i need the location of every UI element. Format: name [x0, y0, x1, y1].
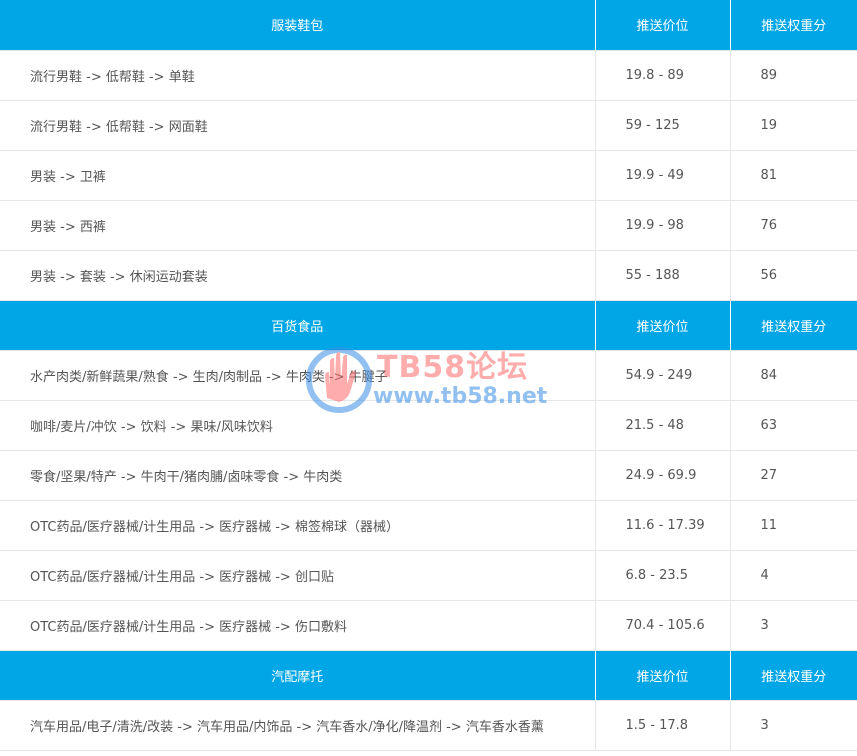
category-path: 男装 -> 套装 -> 休闲运动套装 — [0, 249, 596, 301]
weight-score: 3 — [729, 599, 857, 651]
table-row: OTC药品/医疗器械/计生用品 -> 医疗器械 -> 棉签棉球（器械） 11.6… — [0, 499, 857, 551]
weight-score: 84 — [729, 349, 857, 401]
table-row: 汽车用品/电子/清洗/改装 -> 汽车用品/内饰品 -> 汽车香水/净化/降温剂… — [0, 699, 857, 751]
category-header: 汽配摩托 — [0, 650, 596, 700]
category-path: 汽车用品/电子/清洗/改装 -> 汽车用品/内饰品 -> 汽车香水/净化/降温剂… — [0, 699, 596, 751]
weight-score: 76 — [729, 199, 857, 251]
price-range: 11.6 - 17.39 — [594, 499, 731, 551]
category-path: OTC药品/医疗器械/计生用品 -> 医疗器械 -> 棉签棉球（器械） — [0, 499, 596, 551]
category-path: 流行男鞋 -> 低帮鞋 -> 单鞋 — [0, 49, 596, 101]
category-path: 男装 -> 西裤 — [0, 199, 596, 251]
price-range: 19.9 - 49 — [594, 149, 731, 201]
section-header: 汽配摩托 推送价位 推送权重分 — [0, 650, 857, 700]
category-path: 咖啡/麦片/冲饮 -> 饮料 -> 果味/风味饮料 — [0, 399, 596, 451]
table-row: 水产肉类/新鲜蔬果/熟食 -> 生肉/肉制品 -> 牛肉类 -> 牛腱子 54.… — [0, 349, 857, 401]
weight-score: 4 — [729, 549, 857, 601]
table-row: 流行男鞋 -> 低帮鞋 -> 网面鞋 59 - 125 19 — [0, 99, 857, 151]
category-path: OTC药品/医疗器械/计生用品 -> 医疗器械 -> 创口贴 — [0, 549, 596, 601]
price-header: 推送价位 — [594, 0, 731, 50]
category-path: 男装 -> 卫裤 — [0, 149, 596, 201]
price-header: 推送价位 — [594, 300, 731, 350]
price-range: 24.9 - 69.9 — [594, 449, 731, 501]
weight-score: 89 — [729, 49, 857, 101]
price-range: 59 - 125 — [594, 99, 731, 151]
table-row: OTC药品/医疗器械/计生用品 -> 医疗器械 -> 创口贴 6.8 - 23.… — [0, 549, 857, 601]
category-path: OTC药品/医疗器械/计生用品 -> 医疗器械 -> 伤口敷料 — [0, 599, 596, 651]
price-range: 6.8 - 23.5 — [594, 549, 731, 601]
table-row: 咖啡/麦片/冲饮 -> 饮料 -> 果味/风味饮料 21.5 - 48 63 — [0, 399, 857, 451]
table-row: OTC药品/医疗器械/计生用品 -> 医疗器械 -> 伤口敷料 70.4 - 1… — [0, 599, 857, 651]
category-price-table: 服装鞋包 推送价位 推送权重分 流行男鞋 -> 低帮鞋 -> 单鞋 19.8 -… — [0, 0, 857, 751]
category-path: 零食/坚果/特产 -> 牛肉干/猪肉脯/卤味零食 -> 牛肉类 — [0, 449, 596, 501]
category-header: 服装鞋包 — [0, 0, 596, 50]
section-header: 服装鞋包 推送价位 推送权重分 — [0, 0, 857, 50]
price-range: 70.4 - 105.6 — [594, 599, 731, 651]
weight-score: 27 — [729, 449, 857, 501]
category-path: 流行男鞋 -> 低帮鞋 -> 网面鞋 — [0, 99, 596, 151]
price-range: 21.5 - 48 — [594, 399, 731, 451]
weight-score: 11 — [729, 499, 857, 551]
table-row: 零食/坚果/特产 -> 牛肉干/猪肉脯/卤味零食 -> 牛肉类 24.9 - 6… — [0, 449, 857, 501]
category-path: 水产肉类/新鲜蔬果/熟食 -> 生肉/肉制品 -> 牛肉类 -> 牛腱子 — [0, 349, 596, 401]
weight-score: 63 — [729, 399, 857, 451]
weight-header: 推送权重分 — [729, 650, 857, 700]
weight-header: 推送权重分 — [729, 300, 857, 350]
table-row: 流行男鞋 -> 低帮鞋 -> 单鞋 19.8 - 89 89 — [0, 49, 857, 101]
price-header: 推送价位 — [594, 650, 731, 700]
price-range: 1.5 - 17.8 — [594, 699, 731, 751]
weight-header: 推送权重分 — [729, 0, 857, 50]
price-range: 54.9 - 249 — [594, 349, 731, 401]
section-header: 百货食品 推送价位 推送权重分 — [0, 300, 857, 350]
weight-score: 56 — [729, 249, 857, 301]
price-range: 19.8 - 89 — [594, 49, 731, 101]
category-header: 百货食品 — [0, 300, 596, 350]
weight-score: 81 — [729, 149, 857, 201]
table-row: 男装 -> 卫裤 19.9 - 49 81 — [0, 149, 857, 201]
table-row: 男装 -> 套装 -> 休闲运动套装 55 - 188 56 — [0, 249, 857, 301]
weight-score: 19 — [729, 99, 857, 151]
weight-score: 3 — [729, 699, 857, 751]
price-range: 19.9 - 98 — [594, 199, 731, 251]
table-row: 男装 -> 西裤 19.9 - 98 76 — [0, 199, 857, 251]
price-range: 55 - 188 — [594, 249, 731, 301]
